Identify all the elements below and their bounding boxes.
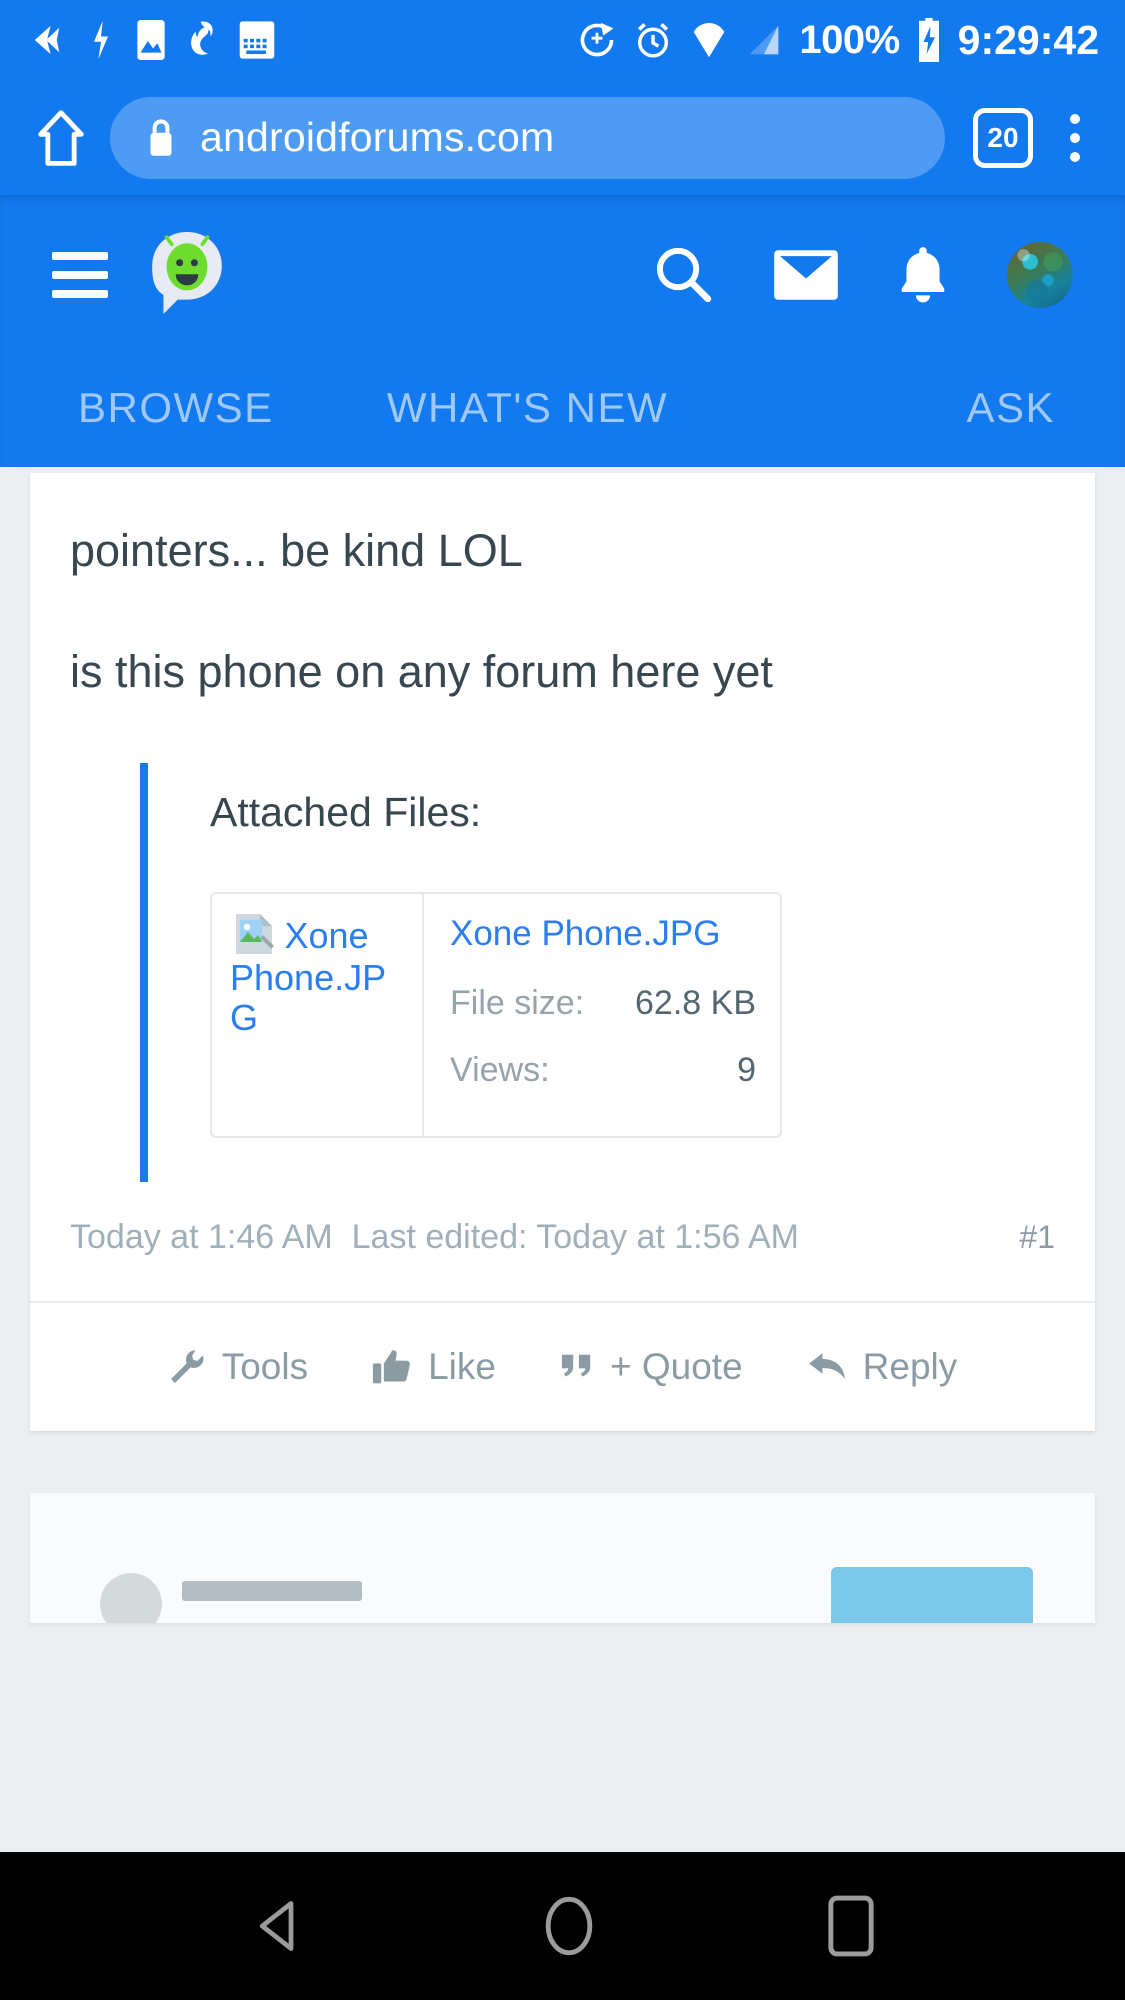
attachments-block: Attached Files: Xone Phone.JPG Xone Phon… [140,762,1055,1182]
post-paragraph: is this phone on any forum here yet [70,645,773,697]
android-status-bar: 100% 9:29:42 [0,0,1125,80]
attachment-details: Xone Phone.JPG File size: 62.8 KB Views:… [424,894,780,1136]
reply-label: Reply [862,1345,958,1387]
browser-toolbar: androidforums.com 20 [0,80,1125,195]
reply-button[interactable]: Reply [807,1345,958,1388]
browser-menu-button[interactable] [1047,113,1103,162]
bell-icon[interactable] [897,244,949,306]
alarm-icon [638,23,669,58]
android-nav-bar [0,1852,1125,2000]
back-triangle-icon[interactable] [251,1896,311,1956]
battery-charging-icon [918,18,939,62]
avatar[interactable] [1007,242,1073,308]
forum-header-row [0,201,1125,349]
firefox-icon [191,21,213,55]
home-icon [38,109,84,166]
sync-icon [581,22,614,57]
browser-home-button[interactable] [22,108,100,168]
forum-tabs: BROWSE WHAT'S NEW ASK [0,349,1125,467]
post-meta-row: Today at 1:46 AM Last edited: Today at 1… [30,1182,1095,1301]
tab-whats-new[interactable]: WHAT'S NEW [352,384,704,432]
thumbs-up-icon [373,1349,411,1383]
like-label: Like [428,1345,496,1387]
post-actions-bar: Tools Like + Quote Reply [30,1300,1095,1431]
post-timestamp[interactable]: Today at 1:46 AM [70,1218,333,1257]
hamburger-line [52,290,108,298]
tab-count-label: 20 [987,121,1019,153]
reply-arrow-icon [808,1352,845,1379]
photo-icon [137,20,165,60]
kebab-dot [1070,132,1080,143]
next-post-card-partial[interactable] [30,1492,1095,1623]
page-content: pointers... be kind LOL is this phone on… [0,473,1125,1623]
lock-icon [150,118,172,156]
tools-button[interactable]: Tools [168,1346,308,1388]
post-body: pointers... be kind LOL is this phone on… [30,473,1095,1182]
attachment-card[interactable]: Xone Phone.JPG Xone Phone.JPG File size:… [210,891,782,1138]
kebab-dot [1070,113,1080,124]
attachment-views-row: Views: 9 [450,1051,756,1090]
recents-square-icon[interactable] [827,1895,875,1957]
next-post-avatar [100,1572,162,1623]
phone-screen: 100% 9:29:42 androidforums.com 20 BROWSE… [0,0,1125,2000]
forum-header: BROWSE WHAT'S NEW ASK [0,195,1125,467]
post-last-edited: Last edited: Today at 1:56 AM [351,1217,799,1256]
signal-icon [750,25,779,55]
android-forums-logo-icon[interactable] [146,230,228,321]
forum-header-actions [653,242,1073,308]
status-bar-system-icons: 100% 9:29:42 [577,17,1099,64]
keyboard-icon [239,21,275,59]
quote-button[interactable]: + Quote [560,1346,743,1388]
tools-label: Tools [221,1345,309,1387]
back-arrow-icon [34,26,60,54]
url-text: androidforums.com [200,114,555,160]
url-bar[interactable]: androidforums.com [110,96,945,179]
flash-icon [94,20,108,60]
status-bar-notifications [26,19,276,61]
hamburger-menu-icon[interactable] [52,252,108,298]
attachment-name-link[interactable]: Xone Phone.JPG [450,914,756,954]
home-circle-icon[interactable] [541,1893,597,1959]
views-label: Views: [450,1050,550,1089]
hamburger-line [52,252,108,260]
broken-image-icon [236,913,274,954]
attachment-filesize-row: File size: 62.8 KB [450,984,756,1023]
hamburger-line [52,271,108,279]
battery-percent-label: 100% [799,18,900,62]
filesize-label: File size: [450,983,585,1022]
tab-browse[interactable]: BROWSE [0,384,352,432]
attachment-thumbnail-cell[interactable]: Xone Phone.JPG [212,893,424,1136]
kebab-dot [1070,151,1080,162]
search-icon[interactable] [653,244,715,306]
status-bar-clock: 9:29:42 [957,16,1099,63]
filesize-value: 62.8 KB [635,983,756,1022]
post-card: pointers... be kind LOL is this phone on… [30,473,1095,1431]
meta-gap [333,1218,352,1257]
tab-ask[interactable]: ASK [703,384,1125,432]
post-number-badge[interactable]: #1 [1019,1219,1055,1256]
quote-label: + Quote [609,1345,743,1387]
post-paragraph: pointers... be kind LOL [70,525,523,576]
attachments-title: Attached Files: [210,788,482,835]
next-post-username [182,1580,362,1601]
tab-switcher-button[interactable]: 20 [973,107,1033,168]
like-button[interactable]: Like [372,1346,496,1388]
next-post-action-button[interactable] [831,1566,1033,1623]
inbox-icon[interactable] [773,248,839,302]
quote-icon [561,1354,591,1376]
location-icon [694,22,725,58]
wrench-icon [170,1349,204,1383]
views-value: 9 [737,1050,756,1089]
